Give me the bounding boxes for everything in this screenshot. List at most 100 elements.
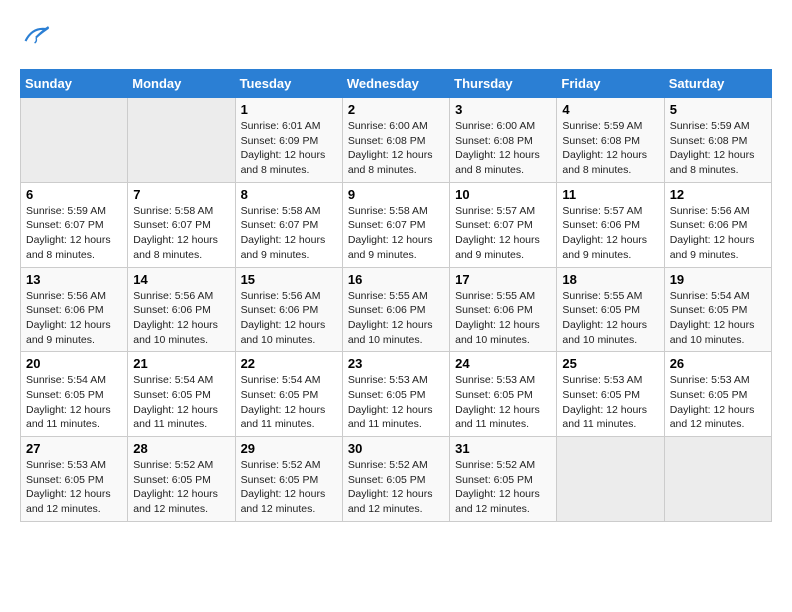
day-info: Sunrise: 5:59 AM Sunset: 6:08 PM Dayligh…	[670, 119, 766, 178]
logo	[20, 20, 50, 53]
calendar-cell: 4 Sunrise: 5:59 AM Sunset: 6:08 PM Daylig…	[557, 98, 664, 183]
calendar-cell: 27 Sunrise: 5:53 AM Sunset: 6:05 PM Dayli…	[21, 437, 128, 522]
day-number: 27	[26, 441, 122, 456]
day-info: Sunrise: 5:52 AM Sunset: 6:05 PM Dayligh…	[241, 458, 337, 517]
calendar-cell: 18 Sunrise: 5:55 AM Sunset: 6:05 PM Dayli…	[557, 267, 664, 352]
day-number: 14	[133, 272, 229, 287]
day-info: Sunrise: 5:53 AM Sunset: 6:05 PM Dayligh…	[670, 373, 766, 432]
col-header-sunday: Sunday	[21, 70, 128, 98]
day-info: Sunrise: 5:53 AM Sunset: 6:05 PM Dayligh…	[455, 373, 551, 432]
day-info: Sunrise: 5:58 AM Sunset: 6:07 PM Dayligh…	[133, 204, 229, 263]
day-number: 15	[241, 272, 337, 287]
calendar-cell: 16 Sunrise: 5:55 AM Sunset: 6:06 PM Dayli…	[342, 267, 449, 352]
col-header-wednesday: Wednesday	[342, 70, 449, 98]
day-info: Sunrise: 5:52 AM Sunset: 6:05 PM Dayligh…	[455, 458, 551, 517]
day-info: Sunrise: 5:56 AM Sunset: 6:06 PM Dayligh…	[241, 289, 337, 348]
calendar-cell: 22 Sunrise: 5:54 AM Sunset: 6:05 PM Dayli…	[235, 352, 342, 437]
calendar-cell: 29 Sunrise: 5:52 AM Sunset: 6:05 PM Dayli…	[235, 437, 342, 522]
calendar-cell: 7 Sunrise: 5:58 AM Sunset: 6:07 PM Daylig…	[128, 182, 235, 267]
col-header-saturday: Saturday	[664, 70, 771, 98]
day-info: Sunrise: 5:58 AM Sunset: 6:07 PM Dayligh…	[241, 204, 337, 263]
day-number: 30	[348, 441, 444, 456]
calendar-cell: 6 Sunrise: 5:59 AM Sunset: 6:07 PM Daylig…	[21, 182, 128, 267]
day-number: 31	[455, 441, 551, 456]
day-number: 13	[26, 272, 122, 287]
day-number: 22	[241, 356, 337, 371]
day-info: Sunrise: 5:54 AM Sunset: 6:05 PM Dayligh…	[133, 373, 229, 432]
day-number: 26	[670, 356, 766, 371]
day-info: Sunrise: 5:56 AM Sunset: 6:06 PM Dayligh…	[26, 289, 122, 348]
day-number: 11	[562, 187, 658, 202]
col-header-thursday: Thursday	[450, 70, 557, 98]
day-number: 9	[348, 187, 444, 202]
calendar-cell: 31 Sunrise: 5:52 AM Sunset: 6:05 PM Dayli…	[450, 437, 557, 522]
day-number: 8	[241, 187, 337, 202]
day-number: 18	[562, 272, 658, 287]
day-number: 24	[455, 356, 551, 371]
day-info: Sunrise: 5:55 AM Sunset: 6:05 PM Dayligh…	[562, 289, 658, 348]
calendar-cell: 10 Sunrise: 5:57 AM Sunset: 6:07 PM Dayli…	[450, 182, 557, 267]
calendar-cell: 20 Sunrise: 5:54 AM Sunset: 6:05 PM Dayli…	[21, 352, 128, 437]
col-header-friday: Friday	[557, 70, 664, 98]
calendar-cell: 30 Sunrise: 5:52 AM Sunset: 6:05 PM Dayli…	[342, 437, 449, 522]
day-number: 23	[348, 356, 444, 371]
logo-bird-icon	[22, 20, 50, 48]
day-info: Sunrise: 5:58 AM Sunset: 6:07 PM Dayligh…	[348, 204, 444, 263]
day-number: 17	[455, 272, 551, 287]
calendar-cell: 26 Sunrise: 5:53 AM Sunset: 6:05 PM Dayli…	[664, 352, 771, 437]
calendar-cell: 9 Sunrise: 5:58 AM Sunset: 6:07 PM Daylig…	[342, 182, 449, 267]
day-number: 16	[348, 272, 444, 287]
day-info: Sunrise: 5:57 AM Sunset: 6:07 PM Dayligh…	[455, 204, 551, 263]
day-info: Sunrise: 5:53 AM Sunset: 6:05 PM Dayligh…	[26, 458, 122, 517]
day-info: Sunrise: 5:52 AM Sunset: 6:05 PM Dayligh…	[348, 458, 444, 517]
calendar-cell	[664, 437, 771, 522]
day-number: 29	[241, 441, 337, 456]
day-info: Sunrise: 5:57 AM Sunset: 6:06 PM Dayligh…	[562, 204, 658, 263]
calendar-cell: 17 Sunrise: 5:55 AM Sunset: 6:06 PM Dayli…	[450, 267, 557, 352]
calendar-cell: 11 Sunrise: 5:57 AM Sunset: 6:06 PM Dayli…	[557, 182, 664, 267]
day-info: Sunrise: 6:01 AM Sunset: 6:09 PM Dayligh…	[241, 119, 337, 178]
calendar-cell: 1Sunrise: 6:01 AM Sunset: 6:09 PM Daylig…	[235, 98, 342, 183]
day-info: Sunrise: 5:55 AM Sunset: 6:06 PM Dayligh…	[348, 289, 444, 348]
calendar-cell: 28 Sunrise: 5:52 AM Sunset: 6:05 PM Dayli…	[128, 437, 235, 522]
day-number: 19	[670, 272, 766, 287]
calendar-cell: 23 Sunrise: 5:53 AM Sunset: 6:05 PM Dayli…	[342, 352, 449, 437]
page-header	[20, 20, 772, 53]
day-number: 3	[455, 102, 551, 117]
calendar-cell: 15 Sunrise: 5:56 AM Sunset: 6:06 PM Dayli…	[235, 267, 342, 352]
calendar-table: SundayMondayTuesdayWednesdayThursdayFrid…	[20, 69, 772, 522]
calendar-cell	[557, 437, 664, 522]
day-number: 28	[133, 441, 229, 456]
calendar-cell: 8 Sunrise: 5:58 AM Sunset: 6:07 PM Daylig…	[235, 182, 342, 267]
calendar-cell: 25 Sunrise: 5:53 AM Sunset: 6:05 PM Dayli…	[557, 352, 664, 437]
calendar-cell: 19 Sunrise: 5:54 AM Sunset: 6:05 PM Dayli…	[664, 267, 771, 352]
day-info: Sunrise: 6:00 AM Sunset: 6:08 PM Dayligh…	[455, 119, 551, 178]
calendar-cell: 13 Sunrise: 5:56 AM Sunset: 6:06 PM Dayli…	[21, 267, 128, 352]
calendar-cell: 14Sunrise: 5:56 AM Sunset: 6:06 PM Dayli…	[128, 267, 235, 352]
day-info: Sunrise: 5:52 AM Sunset: 6:05 PM Dayligh…	[133, 458, 229, 517]
day-info: Sunrise: 5:56 AM Sunset: 6:06 PM Dayligh…	[670, 204, 766, 263]
calendar-cell: 5Sunrise: 5:59 AM Sunset: 6:08 PM Daylig…	[664, 98, 771, 183]
day-info: Sunrise: 5:59 AM Sunset: 6:08 PM Dayligh…	[562, 119, 658, 178]
calendar-cell: 2 Sunrise: 6:00 AM Sunset: 6:08 PM Daylig…	[342, 98, 449, 183]
day-number: 6	[26, 187, 122, 202]
day-number: 10	[455, 187, 551, 202]
day-info: Sunrise: 5:54 AM Sunset: 6:05 PM Dayligh…	[241, 373, 337, 432]
day-number: 7	[133, 187, 229, 202]
day-info: Sunrise: 6:00 AM Sunset: 6:08 PM Dayligh…	[348, 119, 444, 178]
day-info: Sunrise: 5:53 AM Sunset: 6:05 PM Dayligh…	[348, 373, 444, 432]
day-number: 2	[348, 102, 444, 117]
col-header-tuesday: Tuesday	[235, 70, 342, 98]
day-number: 4	[562, 102, 658, 117]
day-number: 20	[26, 356, 122, 371]
day-number: 25	[562, 356, 658, 371]
day-info: Sunrise: 5:54 AM Sunset: 6:05 PM Dayligh…	[670, 289, 766, 348]
day-info: Sunrise: 5:55 AM Sunset: 6:06 PM Dayligh…	[455, 289, 551, 348]
calendar-cell	[21, 98, 128, 183]
day-number: 21	[133, 356, 229, 371]
day-info: Sunrise: 5:53 AM Sunset: 6:05 PM Dayligh…	[562, 373, 658, 432]
calendar-cell: 3 Sunrise: 6:00 AM Sunset: 6:08 PM Daylig…	[450, 98, 557, 183]
calendar-cell: 24 Sunrise: 5:53 AM Sunset: 6:05 PM Dayli…	[450, 352, 557, 437]
day-info: Sunrise: 5:59 AM Sunset: 6:07 PM Dayligh…	[26, 204, 122, 263]
day-info: Sunrise: 5:54 AM Sunset: 6:05 PM Dayligh…	[26, 373, 122, 432]
